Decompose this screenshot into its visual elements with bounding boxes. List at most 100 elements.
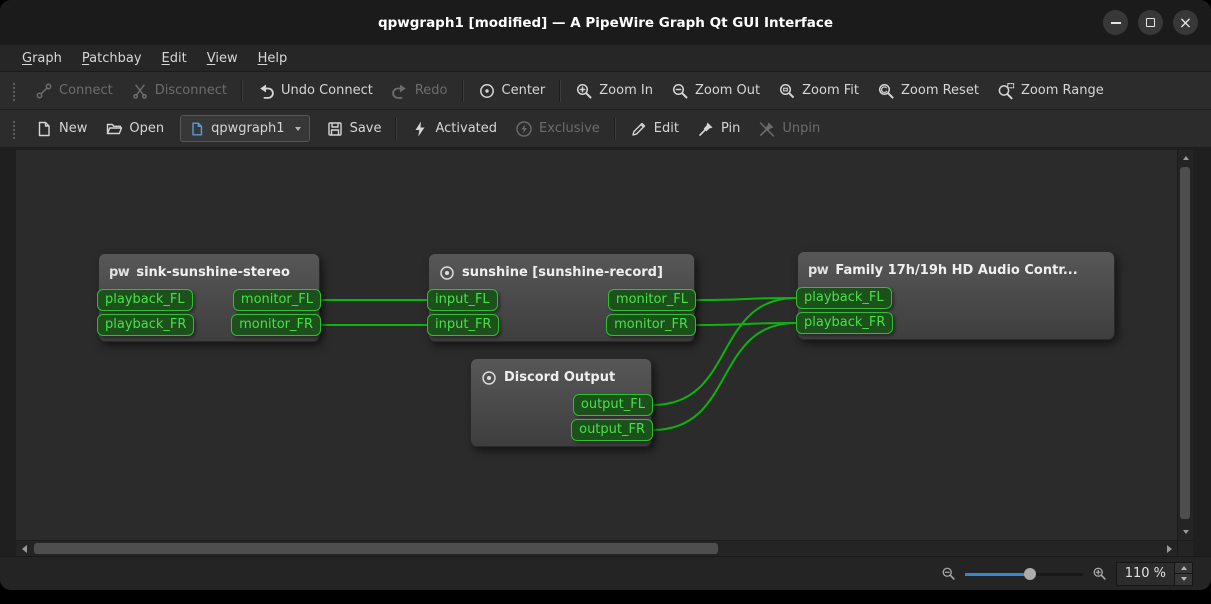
connect-button[interactable]: Connect <box>26 77 122 105</box>
horizontal-scrollbar-handle[interactable] <box>34 543 718 554</box>
disconnect-label: Disconnect <box>155 83 227 98</box>
close-icon: × <box>1179 15 1192 31</box>
port-input-fl[interactable]: input_FL <box>427 289 498 311</box>
node-ports: playback_FL playback_FR monitor_FL monit… <box>99 289 319 336</box>
spin-down-button[interactable] <box>1175 573 1192 585</box>
port-playback-fl[interactable]: playback_FL <box>97 289 193 311</box>
zoom-in-button[interactable]: Zoom In <box>566 77 662 105</box>
unpin-icon <box>758 120 776 138</box>
pin-label: Pin <box>721 121 740 136</box>
center-label: Center <box>502 83 546 98</box>
menu-edit[interactable]: Edit <box>152 45 197 71</box>
main-area: pw sink-sunshine-stereo playback_FL play… <box>0 148 1211 556</box>
zoom-in-label: Zoom In <box>599 83 653 98</box>
toolbar-handle[interactable] <box>11 119 17 139</box>
port-output-fl[interactable]: output_FL <box>573 394 653 416</box>
activated-label: Activated <box>435 121 497 136</box>
spin-up-button[interactable] <box>1175 563 1192 574</box>
spin-arrows <box>1174 563 1192 585</box>
undo-connect-button[interactable]: Undo Connect <box>248 77 382 105</box>
port-input-fr[interactable]: input_FR <box>427 314 499 336</box>
minimize-icon <box>1111 22 1121 24</box>
scroll-left-arrow[interactable] <box>16 541 32 557</box>
toolbar-graph: Connect Disconnect Undo Connect Redo Cen… <box>0 72 1211 110</box>
chevron-down-icon <box>295 127 301 131</box>
zoom-fit-icon <box>778 82 796 100</box>
connect-label: Connect <box>59 83 113 98</box>
unpin-button[interactable]: Unpin <box>749 115 829 143</box>
zoom-out-icon <box>671 82 689 100</box>
node-header: pw Family 17h/19h HD Audio Contr... <box>798 252 1114 287</box>
new-button[interactable]: New <box>26 115 96 143</box>
connect-icon <box>35 82 53 100</box>
zoom-out-button[interactable]: Zoom Out <box>662 77 769 105</box>
graph-node-family-hd-audio[interactable]: pw Family 17h/19h HD Audio Contr... play… <box>797 251 1115 340</box>
menu-graph[interactable]: Graph <box>12 45 72 71</box>
minimize-button[interactable] <box>1103 10 1128 35</box>
port-playback-fr[interactable]: playback_FR <box>97 314 194 336</box>
pipewire-icon: pw <box>109 265 129 280</box>
edit-label: Edit <box>654 121 679 136</box>
horizontal-scrollbar[interactable] <box>16 540 1177 556</box>
bolt-icon <box>411 120 429 138</box>
patchbay-profile-combobox[interactable]: qpwgraph1 <box>180 115 309 142</box>
port-playback-fl[interactable]: playback_FL <box>796 287 892 309</box>
toolbar-separator <box>614 118 616 140</box>
node-title: sink-sunshine-stereo <box>136 265 290 280</box>
zoom-reset-label: Zoom Reset <box>901 83 979 98</box>
statusbar: 110 % <box>0 556 1211 590</box>
port-playback-fr[interactable]: playback_FR <box>796 312 893 334</box>
record-icon <box>439 265 455 281</box>
node-title: Family 17h/19h HD Audio Contr... <box>835 263 1077 278</box>
pin-button[interactable]: Pin <box>688 115 749 143</box>
patchbay-file-icon <box>189 121 205 137</box>
save-icon <box>326 120 344 138</box>
graph-node-discord-output[interactable]: Discord Output output_FL output_FR <box>470 358 652 447</box>
menu-help[interactable]: Help <box>248 45 298 71</box>
port-output-fr[interactable]: output_FR <box>571 419 653 441</box>
zoom-out-icon <box>941 566 956 581</box>
activated-button[interactable]: Activated <box>402 115 506 143</box>
scroll-down-arrow[interactable] <box>1178 524 1194 540</box>
redo-button[interactable]: Redo <box>382 77 457 105</box>
save-button[interactable]: Save <box>317 115 391 143</box>
undo-icon <box>257 82 275 100</box>
toolbar-handle[interactable] <box>11 81 17 101</box>
scroll-up-arrow[interactable] <box>1178 150 1194 166</box>
zoom-reset-button[interactable]: Zoom Reset <box>868 77 988 105</box>
menu-patchbay[interactable]: Patchbay <box>72 45 152 71</box>
disconnect-button[interactable]: Disconnect <box>122 77 236 105</box>
zoom-range-icon <box>997 82 1015 100</box>
zoom-slider-handle[interactable] <box>1024 568 1036 580</box>
port-monitor-fl[interactable]: monitor_FL <box>608 289 696 311</box>
center-icon <box>478 82 496 100</box>
zoom-spinbox[interactable]: 110 % <box>1116 562 1193 586</box>
toolbar-separator <box>395 118 397 140</box>
maximize-button[interactable] <box>1138 10 1163 35</box>
port-monitor-fr[interactable]: monitor_FR <box>606 314 696 336</box>
zoom-slider[interactable] <box>965 566 1083 582</box>
close-button[interactable]: × <box>1173 10 1198 35</box>
graph-node-sunshine-record[interactable]: sunshine [sunshine-record] input_FL inpu… <box>428 253 695 342</box>
graph-node-sink-sunshine-stereo[interactable]: pw sink-sunshine-stereo playback_FL play… <box>98 253 320 342</box>
port-monitor-fr[interactable]: monitor_FR <box>231 314 321 336</box>
vertical-scrollbar-handle[interactable] <box>1180 167 1190 519</box>
zoom-reset-icon <box>877 82 895 100</box>
zoom-out-label: Zoom Out <box>695 83 760 98</box>
titlebar[interactable]: qpwgraph1 [modified] — A PipeWire Graph … <box>0 0 1211 45</box>
vertical-scrollbar[interactable] <box>1177 150 1193 540</box>
save-label: Save <box>350 121 382 136</box>
zoom-fit-button[interactable]: Zoom Fit <box>769 77 868 105</box>
menu-view[interactable]: View <box>197 45 248 71</box>
scroll-right-arrow[interactable] <box>1161 541 1177 557</box>
exclusive-button[interactable]: Exclusive <box>506 115 609 143</box>
center-button[interactable]: Center <box>469 77 555 105</box>
redo-icon <box>391 82 409 100</box>
open-button[interactable]: Open <box>96 115 173 143</box>
graph-view: pw sink-sunshine-stereo playback_FL play… <box>16 150 1193 556</box>
graph-canvas[interactable]: pw sink-sunshine-stereo playback_FL play… <box>16 150 1177 540</box>
edit-button[interactable]: Edit <box>621 115 688 143</box>
zoom-range-button[interactable]: Zoom Range <box>988 77 1113 105</box>
port-monitor-fl[interactable]: monitor_FL <box>233 289 321 311</box>
toolbar-patchbay: New Open qpwgraph1 Save Activated Exclus… <box>0 110 1211 148</box>
